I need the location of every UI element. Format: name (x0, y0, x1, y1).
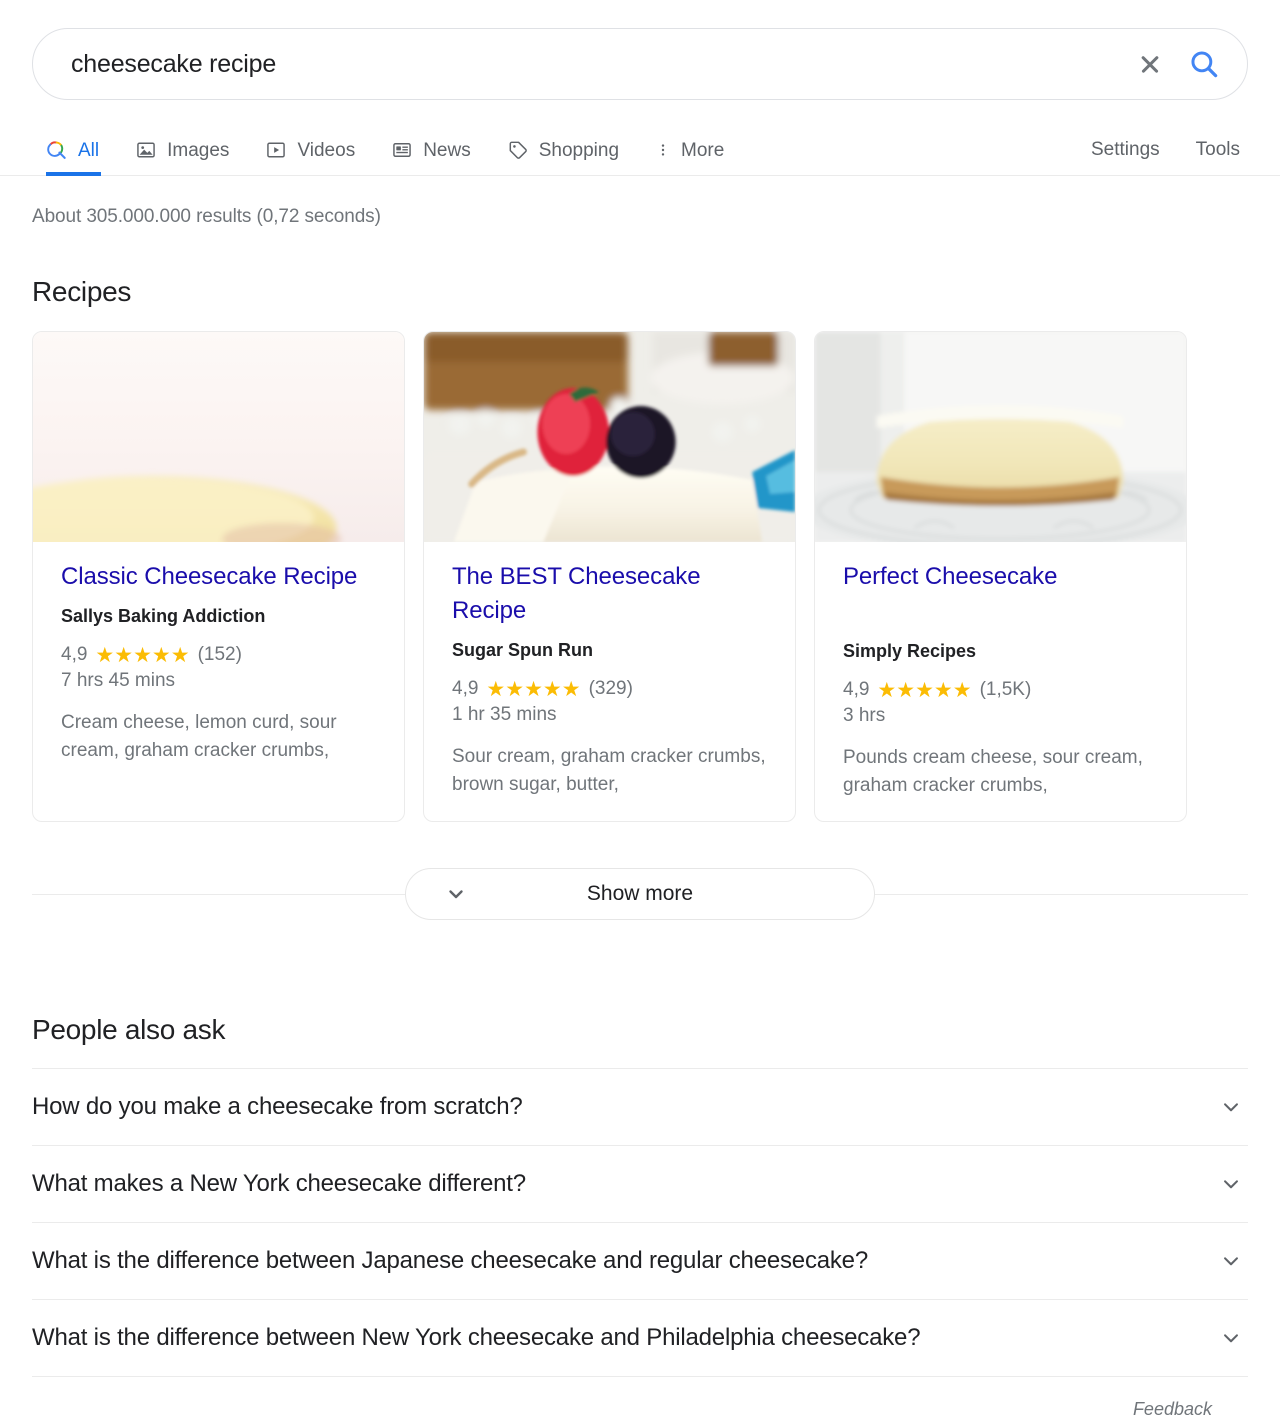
tab-more[interactable]: More (637, 139, 742, 175)
recipe-thumbnail (33, 332, 404, 542)
star-icon: ★★★★★ (877, 678, 972, 702)
paa-question-text: What is the difference between Japanese … (32, 1247, 868, 1275)
feedback-container: Feedback (32, 1377, 1248, 1420)
people-also-ask-list: How do you make a cheesecake from scratc… (32, 1068, 1248, 1378)
tab-images[interactable]: Images (117, 139, 247, 175)
chevron-down-icon[interactable] (1218, 1171, 1244, 1197)
tools-button[interactable]: Tools (1196, 139, 1240, 161)
review-count: (152) (197, 644, 242, 666)
chevron-down-icon (449, 890, 463, 899)
recipe-title[interactable]: Classic Cheesecake Recipe (61, 560, 376, 594)
paa-question-text: What is the difference between New York … (32, 1324, 921, 1352)
tab-label: News (423, 139, 471, 161)
recipe-source: Sallys Baking Addiction (61, 606, 266, 627)
clear-button[interactable] (1135, 49, 1165, 79)
chevron-down-icon[interactable] (1218, 1325, 1244, 1351)
paa-question-item[interactable]: How do you make a cheesecake from scratc… (32, 1068, 1248, 1145)
search-button[interactable] (1187, 47, 1221, 81)
tab-shopping[interactable]: Shopping (489, 139, 637, 175)
news-icon (393, 143, 412, 157)
search-icon (1191, 51, 1218, 78)
paa-question-item[interactable]: What is the difference between New York … (32, 1299, 1248, 1378)
recipe-card[interactable]: Classic Cheesecake Recipe Sallys Baking … (32, 331, 405, 823)
recipe-time: 7 hrs 45 mins (61, 670, 176, 692)
result-stats: About 305.000.000 results (0,72 seconds) (32, 206, 381, 227)
review-count: (1,5K) (979, 679, 1032, 701)
cheesecake-photo-2 (424, 332, 795, 542)
tab-label: More (681, 139, 725, 161)
cheesecake-photo-1 (33, 332, 404, 542)
paa-question-item[interactable]: What is the difference between Japanese … (32, 1222, 1248, 1299)
search-actions (1135, 47, 1221, 81)
search-tabs: All Images Videos News Shopping More (32, 139, 742, 176)
recipe-ingredients: Sour cream, graham cracker crumbs, brown… (452, 746, 766, 795)
recipe-ingredients: Pounds cream cheese, sour cream, graham … (843, 747, 1143, 796)
recipe-time: 3 hrs (843, 705, 886, 727)
recipe-source: Sugar Spun Run (452, 640, 593, 661)
star-icon: ★★★★★ (95, 643, 190, 667)
recipe-info: The BEST Cheesecake Recipe Sugar Spun Ru… (424, 542, 795, 820)
recipe-info: Classic Cheesecake Recipe Sallys Baking … (33, 542, 404, 786)
search-header (0, 0, 1280, 100)
recipes-carousel: Classic Cheesecake Recipe Sallys Baking … (32, 331, 1248, 823)
star-icon: ★★★★★ (486, 677, 581, 701)
tab-videos[interactable]: Videos (247, 139, 373, 175)
feedback-link[interactable]: Feedback (1133, 1399, 1212, 1419)
tab-label: Images (167, 139, 230, 161)
recipe-rating: 4,9 ★★★★★ (152) (61, 644, 376, 666)
recipe-time: 1 hr 35 mins (452, 704, 557, 726)
recipe-rating: 4,9 ★★★★★ (329) (452, 678, 767, 700)
recipe-thumbnail (815, 332, 1186, 542)
search-icon (47, 141, 66, 159)
search-bar[interactable] (32, 28, 1248, 100)
title-spacer (843, 594, 1158, 629)
tab-label: Shopping (538, 139, 620, 161)
close-icon (1135, 49, 1165, 79)
chevron-down-icon[interactable] (1218, 1248, 1244, 1274)
show-more-container: Show more (32, 868, 1248, 921)
recipe-source: Simply Recipes (843, 641, 977, 662)
chevron-down-icon[interactable] (1218, 1094, 1244, 1120)
cheesecake-photo-3 (815, 332, 1186, 542)
review-count: (329) (588, 678, 633, 700)
recipe-info: Perfect Cheesecake Simply Recipes 4,9 ★★… (815, 542, 1186, 821)
recipes-heading: Recipes (32, 276, 132, 307)
show-more-label: Show more (586, 882, 694, 906)
settings-button[interactable]: Settings (1091, 139, 1160, 161)
paa-question-text: What makes a New York cheesecake differe… (32, 1170, 526, 1198)
search-tabs-bar: All Images Videos News Shopping More Set… (0, 118, 1280, 176)
rating-value: 4,9 (452, 678, 479, 700)
recipe-title[interactable]: The BEST Cheesecake Recipe (452, 560, 767, 628)
tag-icon (509, 141, 527, 159)
video-icon (267, 142, 286, 158)
search-results: About 305.000.000 results (0,72 seconds)… (0, 206, 1280, 1420)
paa-question-text: How do you make a cheesecake from scratc… (32, 1093, 523, 1121)
recipe-thumbnail (424, 332, 795, 542)
rating-value: 4,9 (61, 644, 88, 666)
tab-all[interactable]: All (32, 139, 117, 176)
paa-question-item[interactable]: What makes a New York cheesecake differe… (32, 1145, 1248, 1222)
image-icon (137, 142, 155, 158)
search-input[interactable] (69, 48, 1135, 80)
rating-value: 4,9 (843, 679, 870, 701)
tab-label: All (78, 139, 100, 161)
tab-label: Videos (297, 139, 356, 161)
tab-news[interactable]: News (373, 139, 489, 175)
recipe-ingredients: Cream cheese, lemon curd, sour cream, gr… (61, 712, 337, 761)
recipe-rating: 4,9 ★★★★★ (1,5K) (843, 679, 1158, 701)
people-also-ask-heading: People also ask (32, 1014, 226, 1046)
more-vertical-icon (661, 144, 665, 156)
recipe-title[interactable]: Perfect Cheesecake (843, 560, 1158, 594)
recipe-card[interactable]: Perfect Cheesecake Simply Recipes 4,9 ★★… (814, 331, 1187, 823)
show-more-button[interactable]: Show more (405, 868, 875, 921)
tools-links: Settings Tools (1091, 139, 1248, 175)
recipe-card[interactable]: The BEST Cheesecake Recipe Sugar Spun Ru… (423, 331, 796, 823)
